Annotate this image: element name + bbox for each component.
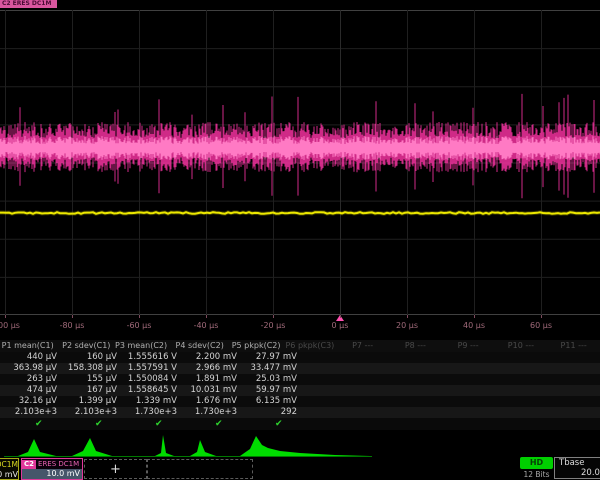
timebase-label: Tbase — [555, 458, 600, 468]
axis-tick-mark — [541, 315, 542, 318]
oscilloscope-screen: C2 ERES DC1M -100 µs -80 µs -60 µs -40 µs -2… — [0, 0, 600, 480]
measure-value-cell: 10.031 mV — [180, 385, 240, 396]
plus-icon: + — [110, 463, 121, 476]
measure-param-header[interactable]: P9 --- — [442, 340, 495, 352]
measure-param-header[interactable]: P3 mean(C2) — [113, 340, 170, 352]
measure-param-header[interactable]: P5 pkpk(C2) — [227, 340, 284, 352]
c2-channel-badge: C2 — [22, 460, 36, 469]
axis-tick-mark — [206, 315, 207, 318]
measure-value-cell: 6.135 mV — [240, 396, 300, 407]
measure-value-cell: 2.103e+3 — [60, 407, 120, 418]
measure-param-header[interactable]: P1 mean(C1) — [0, 340, 57, 352]
measure-row: 363.98 µV158.308 µV1.557591 V2.966 mV33.… — [0, 363, 600, 374]
measure-row: 2.103e+32.103e+31.730e+31.730e+3292 — [0, 407, 600, 418]
measure-value-cell: 2.200 mV — [180, 352, 240, 363]
measure-table: P1 mean(C1)P2 sdev(C1)P3 mean(C2)P4 sdev… — [0, 340, 600, 430]
measure-param-header[interactable]: P6 pkpk(C3) — [284, 340, 337, 352]
measure-header-row: P1 mean(C1)P2 sdev(C1)P3 mean(C2)P4 sdev… — [0, 340, 600, 352]
c1-coupling-label: DC1M — [0, 460, 18, 469]
adc-bits-label: 12 Bits — [514, 470, 559, 479]
measure-param-header[interactable]: P2 sdev(C1) — [57, 340, 114, 352]
status-check-icon: ✔ — [215, 418, 223, 430]
waveform-grid — [0, 10, 600, 315]
c2-scale-value: 10.0 mV — [22, 469, 82, 479]
timebase-scale-value: 20.0 µs/div — [555, 468, 600, 478]
c1-scale-value: 10.0 mV — [0, 470, 18, 479]
measure-value-cell: 160 µV — [60, 352, 120, 363]
measure-value-cell: 1.730e+3 — [120, 407, 180, 418]
measure-value-cell: 33.477 mV — [240, 363, 300, 374]
measure-value-cell: 32.16 µV — [0, 396, 60, 407]
measure-value-cell: 2.966 mV — [180, 363, 240, 374]
x-axis-tick-label: -100 µs — [0, 321, 29, 330]
x-axis: -100 µs -80 µs -60 µs -40 µs -20 µs 0 µs 20 µs… — [0, 315, 600, 337]
empty-trace-slot[interactable] — [147, 459, 253, 479]
status-check-icon: ✔ — [35, 418, 43, 430]
timebase-descriptor[interactable]: Tbase 20.0 µs/div — [554, 457, 600, 479]
measure-param-header[interactable]: P8 --- — [389, 340, 442, 352]
histicon-strip — [0, 430, 600, 458]
histicon[interactable] — [190, 440, 216, 456]
x-axis-tick-label: 60 µs — [517, 321, 565, 330]
measure-value-cell: 1.339 mV — [120, 396, 180, 407]
measure-value-cell: 27.97 mV — [240, 352, 300, 363]
axis-tick-mark — [139, 315, 140, 318]
measure-value-cell: 1.730e+3 — [180, 407, 240, 418]
histicon[interactable] — [240, 436, 370, 456]
measure-row: 474 µV167 µV1.558645 V10.031 mV59.97 mV — [0, 385, 600, 396]
measure-value-cell: 155 µV — [60, 374, 120, 385]
axis-tick-mark — [474, 315, 475, 318]
axis-tick-mark — [407, 315, 408, 318]
trace-label-tag[interactable]: C2 ERES DC1M — [0, 0, 57, 8]
histicon[interactable] — [155, 435, 174, 456]
x-axis-tick-label: -40 µs — [182, 321, 230, 330]
measure-row: 32.16 µV1.399 µV1.339 mV1.676 mV6.135 mV — [0, 396, 600, 407]
measure-param-header[interactable]: P4 sdev(C2) — [170, 340, 227, 352]
measure-value-cell: 292 — [240, 407, 300, 418]
measure-row: 440 µV160 µV1.555616 V2.200 mV27.97 mV — [0, 352, 600, 363]
x-axis-tick-label: 0 µs — [316, 321, 364, 330]
axis-tick-mark — [72, 315, 73, 318]
add-trace-button[interactable]: + — [84, 459, 147, 479]
measure-value-cell: 1.676 mV — [180, 396, 240, 407]
measure-value-cell: 158.308 µV — [60, 363, 120, 374]
axis-tick-mark — [273, 315, 274, 318]
measure-value-cell: 1.550084 V — [120, 374, 180, 385]
measure-value-cell: 263 µV — [0, 374, 60, 385]
measure-status-row: ✔ ✔ ✔ ✔ ✔ — [0, 418, 600, 430]
measure-value-cell: 167 µV — [60, 385, 120, 396]
axis-tick-mark — [5, 315, 6, 318]
measure-value-cell: 25.03 mV — [240, 374, 300, 385]
x-axis-tick-label: -80 µs — [48, 321, 96, 330]
measure-value-cell: 1.558645 V — [120, 385, 180, 396]
measure-body: 440 µV160 µV1.555616 V2.200 mV27.97 mV36… — [0, 352, 600, 418]
measure-row: 263 µV155 µV1.550084 V1.891 mV25.03 mV — [0, 374, 600, 385]
measure-value-cell: 2.103e+3 — [0, 407, 60, 418]
histicon[interactable] — [18, 439, 56, 456]
status-check-icon: ✔ — [275, 418, 283, 430]
hd-mode-badge[interactable]: HD — [520, 457, 553, 469]
measure-value-cell: 363.98 µV — [0, 363, 60, 374]
measure-value-cell: 59.97 mV — [240, 385, 300, 396]
measure-value-cell: 1.555616 V — [120, 352, 180, 363]
measure-value-cell: 1.557591 V — [120, 363, 180, 374]
channel-c2-descriptor[interactable]: C2 ERES DC1M 10.0 mV — [21, 458, 83, 480]
measure-value-cell: 1.891 mV — [180, 374, 240, 385]
c2-coupling-label: ERES DC1M — [38, 460, 79, 468]
channel-c1-descriptor[interactable]: DC1M 10.0 mV — [0, 458, 19, 480]
measure-param-header[interactable]: P7 --- — [336, 340, 389, 352]
measure-value-cell: 440 µV — [0, 352, 60, 363]
x-axis-tick-label: -20 µs — [249, 321, 297, 330]
x-axis-tick-label: 40 µs — [450, 321, 498, 330]
measure-param-header[interactable]: P11 --- — [547, 340, 600, 352]
x-axis-tick-label: -60 µs — [115, 321, 163, 330]
measure-value-cell: 1.399 µV — [60, 396, 120, 407]
x-axis-tick-label: 20 µs — [383, 321, 431, 330]
histicon[interactable] — [72, 438, 112, 456]
status-check-icon: ✔ — [155, 418, 163, 430]
measure-value-cell: 474 µV — [0, 385, 60, 396]
status-check-icon: ✔ — [95, 418, 103, 430]
axis-tick-mark — [340, 315, 341, 318]
measure-param-header[interactable]: P10 --- — [495, 340, 548, 352]
